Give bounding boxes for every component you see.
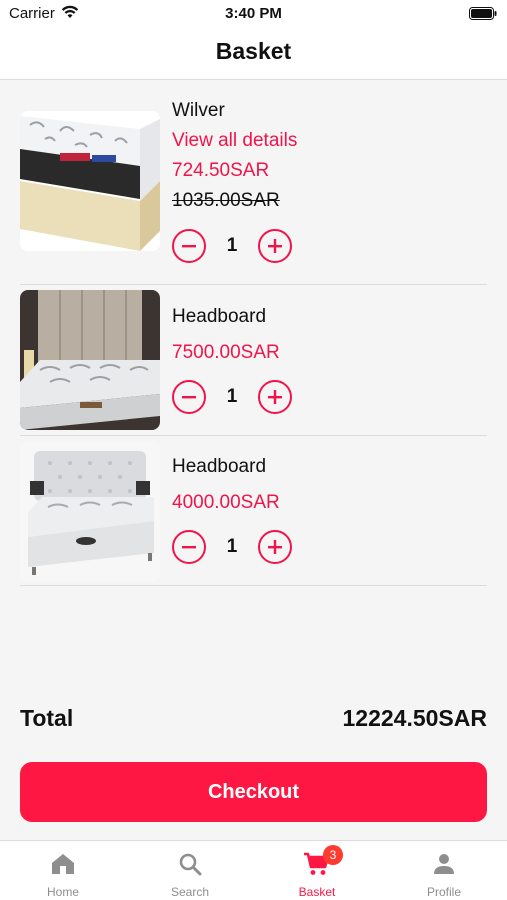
item-price: 4000.00SAR xyxy=(172,492,280,513)
tab-basket[interactable]: 3 Basket xyxy=(254,841,380,900)
view-details-link[interactable]: View all details xyxy=(172,130,297,152)
tab-search[interactable]: Search xyxy=(127,841,253,900)
tab-profile-label: Profile xyxy=(426,885,461,899)
increase-button[interactable] xyxy=(258,229,292,263)
basket-item: Wilver View all details 724.50SAR 1035.0… xyxy=(20,81,487,285)
item-name: Headboard xyxy=(172,306,267,327)
item-info: Headboard 7500.00SAR xyxy=(172,306,280,364)
status-bar: Carrier 3:40 PM xyxy=(0,0,507,28)
plus-icon xyxy=(268,390,282,404)
tab-basket-label: Basket xyxy=(298,885,336,899)
tab-search-label: Search xyxy=(170,885,210,899)
battery-icon xyxy=(469,7,497,24)
item-old-price: 1035.00SAR xyxy=(172,190,280,211)
minus-icon xyxy=(182,546,196,549)
item-info: Wilver View all details 724.50SAR 1035.0… xyxy=(172,100,297,212)
home-icon xyxy=(50,851,76,877)
tab-home-label: Home xyxy=(46,885,79,899)
basket-item: Headboard 7500.00SAR 1 xyxy=(20,285,487,436)
quantity-value: 1 xyxy=(226,235,238,256)
tab-home[interactable]: Home xyxy=(0,841,126,900)
navigation-header: Basket xyxy=(0,28,507,80)
quantity-stepper: 1 xyxy=(172,380,292,414)
total-row: Total 12224.50SAR xyxy=(20,705,487,737)
decrease-button[interactable] xyxy=(172,530,206,564)
cart-icon: 3 xyxy=(303,845,343,877)
item-price: 724.50SAR xyxy=(172,160,270,181)
minus-icon xyxy=(182,245,196,248)
plus-icon xyxy=(268,540,282,554)
product-image[interactable] xyxy=(20,441,160,581)
search-icon xyxy=(177,851,203,877)
checkout-button[interactable]: Checkout xyxy=(20,762,487,822)
status-time: 3:40 PM xyxy=(225,5,282,22)
plus-icon xyxy=(268,239,282,253)
item-name: Wilver xyxy=(172,100,225,121)
item-info: Headboard 4000.00SAR xyxy=(172,456,280,514)
quantity-value: 1 xyxy=(226,536,238,557)
cart-badge: 3 xyxy=(323,845,343,865)
product-image[interactable] xyxy=(20,290,160,430)
total-value: 12224.50SAR xyxy=(342,705,488,731)
decrease-button[interactable] xyxy=(172,380,206,414)
quantity-stepper: 1 xyxy=(172,530,292,564)
item-price: 7500.00SAR xyxy=(172,342,280,363)
increase-button[interactable] xyxy=(258,530,292,564)
increase-button[interactable] xyxy=(258,380,292,414)
person-icon xyxy=(431,851,457,877)
item-name: Headboard xyxy=(172,456,267,477)
tab-profile[interactable]: Profile xyxy=(381,841,507,900)
total-label: Total xyxy=(20,705,74,731)
basket-item: Headboard 4000.00SAR 1 xyxy=(20,436,487,586)
decrease-button[interactable] xyxy=(172,229,206,263)
product-image[interactable] xyxy=(20,111,160,251)
page-title: Basket xyxy=(215,38,292,64)
minus-icon xyxy=(182,396,196,399)
tab-bar: Home Search 3 Basket Profile xyxy=(0,840,507,900)
quantity-value: 1 xyxy=(226,386,238,407)
quantity-stepper: 1 xyxy=(172,229,292,263)
